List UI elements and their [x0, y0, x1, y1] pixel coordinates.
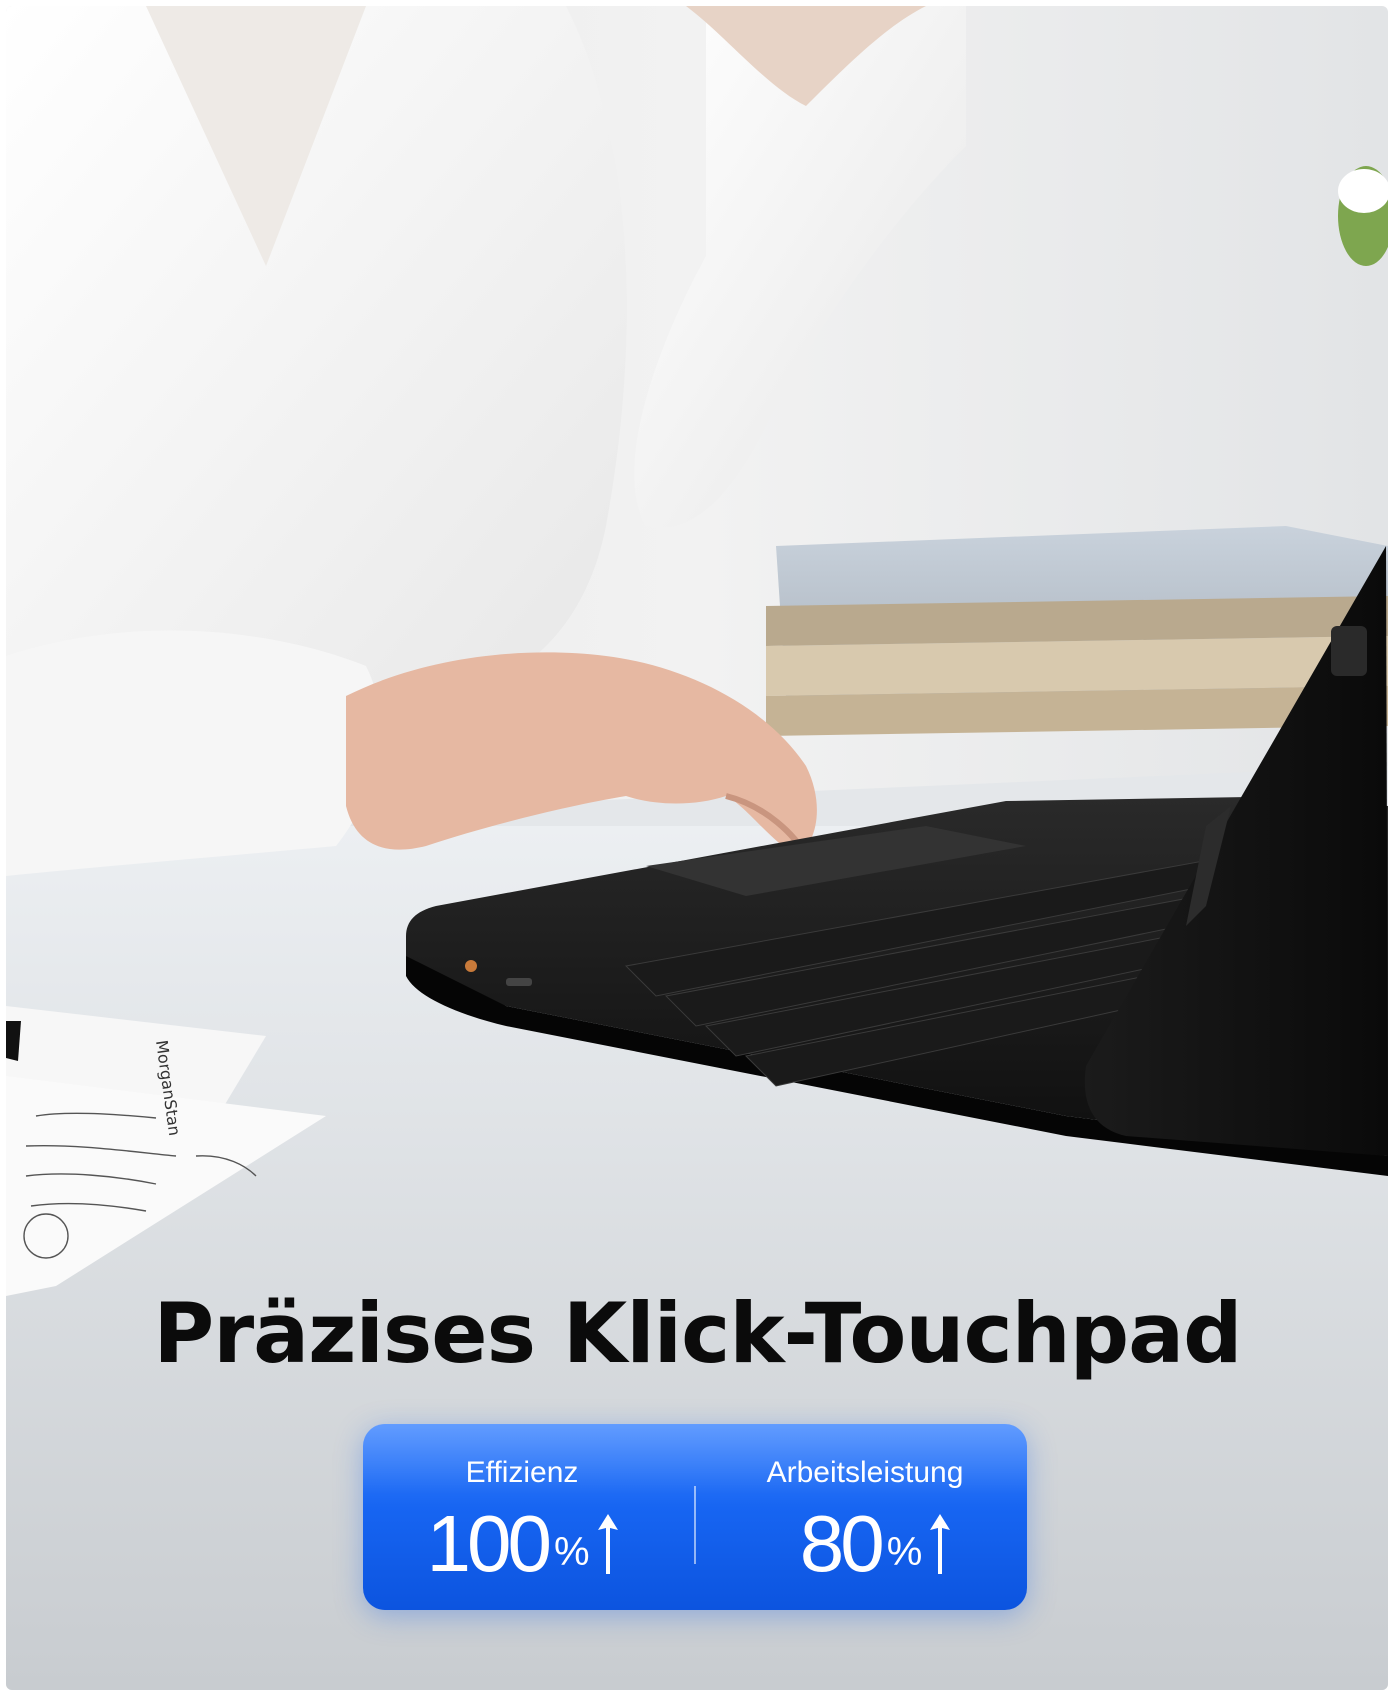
arrow-up-icon — [930, 1514, 951, 1574]
arrow-up-icon — [597, 1514, 618, 1574]
stat-work-performance-label: Arbeitsleistung — [766, 1456, 964, 1489]
stat-work-performance: Arbeitsleistung 80 % — [695, 1424, 1027, 1610]
headline: Präzises Klick-Touchpad — [153, 1285, 1242, 1382]
stat-efficiency-unit: % — [553, 1530, 590, 1574]
stats-card: Effizienz 100 % Arbeitsleistung 80 % — [363, 1424, 1027, 1610]
stat-efficiency-value: 100 — [426, 1499, 552, 1588]
stat-efficiency-value-row: 100 % — [363, 1504, 695, 1584]
stat-work-performance-value: 80 — [799, 1499, 885, 1588]
stat-efficiency: Effizienz 100 % — [363, 1424, 695, 1610]
stat-work-performance-unit: % — [886, 1530, 923, 1574]
stat-work-performance-value-row: 80 % — [725, 1504, 1027, 1584]
stat-efficiency-label: Effizienz — [465, 1456, 579, 1489]
